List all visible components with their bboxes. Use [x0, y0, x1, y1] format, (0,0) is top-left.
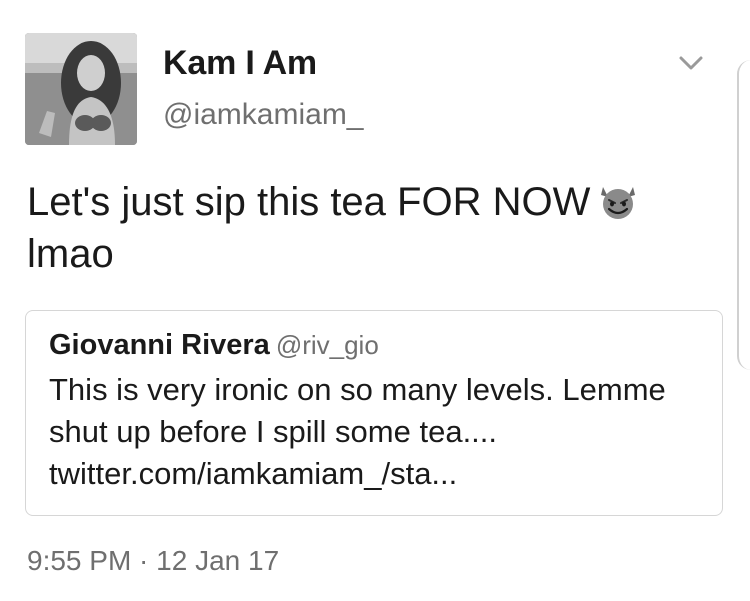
timestamp[interactable]: 9:55 PM · 12 Jan 17 [27, 545, 279, 577]
smiling-imp-emoji-icon [596, 181, 640, 221]
scroll-edge [737, 60, 750, 370]
quoted-display-name: Giovanni Rivera [49, 329, 270, 361]
tweet-text-line1: Let's just sip this tea FOR NOW [27, 180, 591, 224]
display-name[interactable]: Kam I Am [163, 44, 317, 83]
tweet-text: Let's just sip this tea FOR NOW lmao [27, 176, 667, 280]
chevron-down-icon[interactable] [676, 50, 706, 76]
quoted-tweet[interactable]: Giovanni Rivera @riv_gio This is very iro… [25, 310, 723, 516]
quoted-tweet-header: Giovanni Rivera @riv_gio [49, 329, 379, 362]
tweet-card: Kam I Am @iamkamiam_ Let's just sip this… [0, 0, 750, 601]
quoted-user-handle: @riv_gio [275, 330, 379, 360]
quoted-text-line1: This is very ironic on so many levels. L… [49, 372, 666, 407]
tweet-text-line2: lmao [27, 232, 114, 276]
avatar[interactable] [25, 33, 137, 145]
user-handle[interactable]: @iamkamiam_ [163, 98, 364, 132]
quoted-text-line2: shut up before I spill some tea.... [49, 414, 498, 449]
quoted-link[interactable]: twitter.com/iamkamiam_/sta... [49, 456, 457, 491]
quoted-tweet-text: This is very ironic on so many levels. L… [49, 369, 709, 495]
